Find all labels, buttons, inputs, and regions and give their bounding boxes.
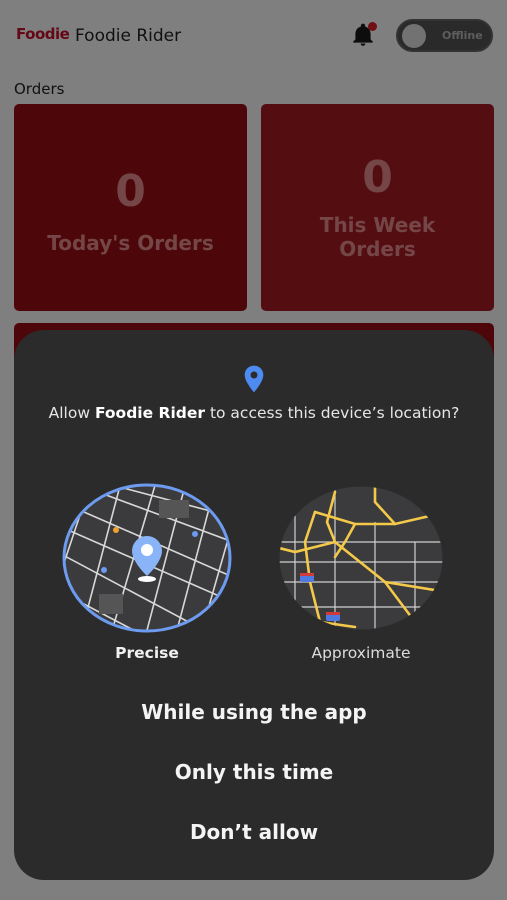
- approximate-location-option[interactable]: Approximate: [275, 482, 447, 662]
- approximate-map-icon: [276, 483, 446, 633]
- precise-label: Precise: [115, 644, 179, 662]
- location-permission-dialog: Allow Foodie Rider to access this device…: [14, 330, 494, 880]
- prompt-prefix: Allow: [48, 404, 95, 422]
- approximate-label: Approximate: [311, 644, 411, 662]
- prompt-app-name: Foodie Rider: [94, 404, 206, 422]
- allow-only-this-time-button[interactable]: Only this time: [14, 760, 494, 784]
- permission-prompt: Allow Foodie Rider to access this device…: [14, 404, 494, 422]
- allow-while-using-button[interactable]: While using the app: [14, 700, 494, 724]
- prompt-suffix: to access this device’s location?: [205, 404, 460, 422]
- precise-location-option[interactable]: Precise: [61, 482, 233, 662]
- dont-allow-button[interactable]: Don’t allow: [14, 820, 494, 844]
- location-pin-icon: [244, 365, 264, 393]
- precise-map-icon: [62, 483, 232, 633]
